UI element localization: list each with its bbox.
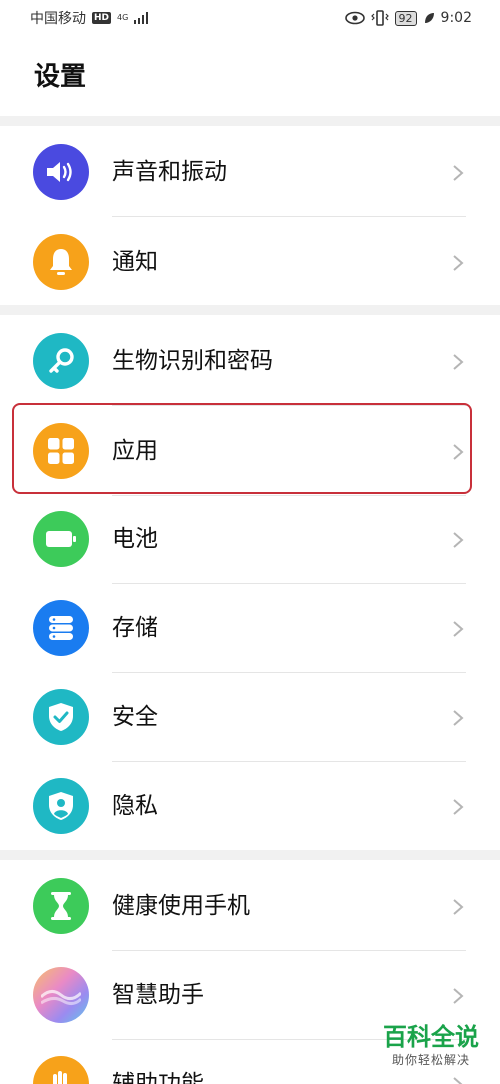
battery-icon [33, 511, 89, 567]
group-separator [0, 116, 500, 126]
settings-item-biometrics-password[interactable]: 生物识别和密码 [0, 316, 500, 406]
settings-item-privacy[interactable]: 隐私 [0, 761, 500, 851]
assistant-icon [33, 967, 89, 1023]
settings-item-battery[interactable]: 电池 [0, 494, 500, 584]
chevron-right-icon [453, 710, 464, 726]
settings-item-label: 智慧助手 [112, 982, 204, 1008]
highlight-box [12, 403, 472, 494]
settings-item-notifications[interactable]: 通知 [0, 217, 500, 307]
chevron-right-icon [453, 988, 464, 1004]
chevron-right-icon [453, 165, 464, 181]
vibrate-icon [370, 10, 389, 26]
settings-item-label: 安全 [112, 704, 158, 730]
settings-item-label: 声音和振动 [112, 159, 227, 185]
chevron-right-icon [453, 354, 464, 370]
signal-icon [134, 12, 149, 24]
hourglass-icon [33, 878, 89, 934]
status-right: 92 9:02 [344, 10, 472, 26]
hd-badge: HD [92, 12, 112, 24]
chevron-right-icon [453, 1077, 463, 1084]
settings-item-sound-vibration[interactable]: 声音和振动 [0, 127, 500, 217]
settings-item-storage[interactable]: 存储 [0, 583, 500, 673]
status-bar: 中国移动 HD 4G 92 9:02 [0, 0, 500, 36]
speaker-icon [33, 144, 89, 200]
settings-item-label: 电池 [112, 526, 158, 552]
settings-item-label: 辅助功能 [112, 1071, 204, 1084]
watermark-main: 百科全说 [383, 1023, 479, 1051]
page-title: 设置 [34, 62, 87, 92]
chevron-right-icon [453, 621, 464, 637]
key-icon [33, 333, 89, 389]
settings-item-security[interactable]: 安全 [0, 672, 500, 762]
hand-icon [33, 1056, 89, 1084]
eye-comfort-icon [344, 11, 365, 25]
settings-item-label: 存储 [112, 615, 158, 641]
battery-level: 92 [394, 10, 417, 26]
leaf-icon [424, 13, 434, 23]
watermark: 百科全说 助你轻松解决 [376, 1022, 486, 1068]
settings-item-label: 通知 [112, 249, 158, 275]
settings-item-label: 生物识别和密码 [112, 348, 273, 374]
chevron-right-icon [453, 255, 464, 271]
settings-item-label: 健康使用手机 [112, 893, 250, 919]
bell-icon [33, 234, 89, 290]
privacy-shield-icon [33, 778, 89, 834]
watermark-sub: 助你轻松解决 [391, 1053, 470, 1067]
network-type: 4G [117, 13, 129, 22]
shield-check-icon [33, 689, 89, 745]
group-separator [0, 850, 500, 860]
carrier-name: 中国移动 [30, 11, 86, 27]
storage-icon [33, 600, 89, 656]
chevron-right-icon [453, 899, 464, 915]
group-separator [0, 305, 500, 315]
settings-item-label: 隐私 [112, 793, 158, 819]
settings-item-digital-balance[interactable]: 健康使用手机 [0, 861, 500, 951]
status-left: 中国移动 HD 4G [30, 8, 149, 28]
clock: 9:02 [440, 10, 472, 26]
chevron-right-icon [453, 532, 464, 548]
chevron-right-icon [453, 799, 464, 815]
